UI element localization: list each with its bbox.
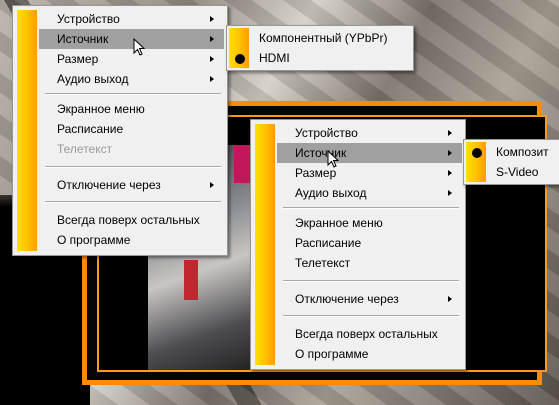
menu-item-device[interactable]: Устройство: [39, 9, 224, 29]
menu-separator: [283, 207, 459, 209]
menu-separator: [45, 166, 221, 168]
video-frame-detail-2: [184, 260, 198, 300]
menu-item-label: Расписание: [57, 122, 124, 136]
submenu-item-component[interactable]: Компонентный (YPbPr): [251, 28, 410, 48]
menu-item-size[interactable]: Размер: [39, 49, 224, 69]
menu-item-source[interactable]: Источник: [277, 143, 462, 163]
menu-item-label: Композит: [496, 145, 549, 159]
menu-item-shutdown[interactable]: Отключение через: [39, 175, 224, 195]
menu-gradient-strip: [17, 10, 37, 251]
menu-item-label: Отключение через: [295, 292, 399, 306]
submenu-arrow-icon: [448, 150, 452, 156]
submenu-item-hdmi[interactable]: HDMI: [251, 48, 410, 68]
menu-item-always-on-top[interactable]: Всегда поверх остальных: [277, 324, 462, 344]
menu-gradient-strip: [255, 124, 275, 365]
menu-item-label: Компонентный (YPbPr): [259, 31, 388, 45]
context-menu-second: Устройство Источник Размер Аудио выход Э…: [250, 119, 466, 370]
submenu-arrow-icon: [210, 56, 214, 62]
menu-item-label: Устройство: [57, 12, 120, 26]
radio-selected-icon: [235, 54, 245, 64]
menu-item-device[interactable]: Устройство: [277, 123, 462, 143]
menu-item-label: Телетекст: [57, 142, 113, 156]
menu-item-label: О программе: [295, 347, 369, 361]
submenu-source-second: Композит S-Video: [463, 139, 559, 185]
menu-item-label: Источник: [57, 32, 109, 46]
menu-item-shutdown[interactable]: Отключение через: [277, 289, 462, 309]
menu-item-label: S-Video: [496, 165, 539, 179]
context-menu-main: Устройство Источник Размер Аудио выход Э…: [12, 5, 228, 256]
submenu-arrow-icon: [448, 130, 452, 136]
menu-item-schedule[interactable]: Расписание: [39, 119, 224, 139]
submenu-arrow-icon: [448, 190, 452, 196]
menu-item-label: Экранное меню: [295, 216, 383, 230]
menu-item-about[interactable]: О программе: [39, 230, 224, 250]
menu-item-teletext: Телетекст: [39, 139, 224, 159]
menu-item-label: Всегда поверх остальных: [295, 327, 438, 341]
menu-item-osd[interactable]: Экранное меню: [277, 213, 462, 233]
menu-item-label: Аудио выход: [57, 72, 129, 86]
menu-item-label: Экранное меню: [57, 102, 145, 116]
submenu-arrow-icon: [210, 16, 214, 22]
menu-item-label: Устройство: [295, 126, 358, 140]
submenu-item-composite[interactable]: Композит: [488, 142, 559, 162]
radio-selected-icon: [472, 148, 482, 158]
menu-item-audio-out[interactable]: Аудио выход: [39, 69, 224, 89]
menu-item-about[interactable]: О программе: [277, 344, 462, 364]
mouse-cursor-icon: [327, 150, 340, 168]
menu-item-always-on-top[interactable]: Всегда поверх остальных: [39, 210, 224, 230]
menu-separator: [45, 201, 221, 203]
menu-separator: [45, 93, 221, 95]
menu-separator: [283, 280, 459, 282]
menu-item-osd[interactable]: Экранное меню: [39, 99, 224, 119]
menu-item-label: HDMI: [259, 51, 290, 65]
submenu-arrow-icon: [210, 36, 214, 42]
menu-item-teletext[interactable]: Телетекст: [277, 253, 462, 273]
menu-item-label: Всегда поверх остальных: [57, 213, 200, 227]
submenu-arrow-icon: [210, 182, 214, 188]
menu-item-label: Аудио выход: [295, 186, 367, 200]
menu-item-audio-out[interactable]: Аудио выход: [277, 183, 462, 203]
menu-item-source[interactable]: Источник: [39, 29, 224, 49]
menu-item-label: Расписание: [295, 236, 362, 250]
menu-item-size[interactable]: Размер: [277, 163, 462, 183]
menu-separator: [283, 315, 459, 317]
submenu-arrow-icon: [210, 76, 214, 82]
menu-item-label: О программе: [57, 233, 131, 247]
submenu-item-svideo[interactable]: S-Video: [488, 162, 559, 182]
submenu-arrow-icon: [448, 296, 452, 302]
mouse-cursor-icon: [133, 38, 146, 56]
menu-item-label: Отключение через: [57, 178, 161, 192]
menu-item-schedule[interactable]: Расписание: [277, 233, 462, 253]
menu-item-label: Телетекст: [295, 256, 351, 270]
submenu-arrow-icon: [448, 170, 452, 176]
submenu-source-main: Компонентный (YPbPr) HDMI: [226, 25, 414, 71]
menu-item-label: Размер: [57, 52, 99, 66]
